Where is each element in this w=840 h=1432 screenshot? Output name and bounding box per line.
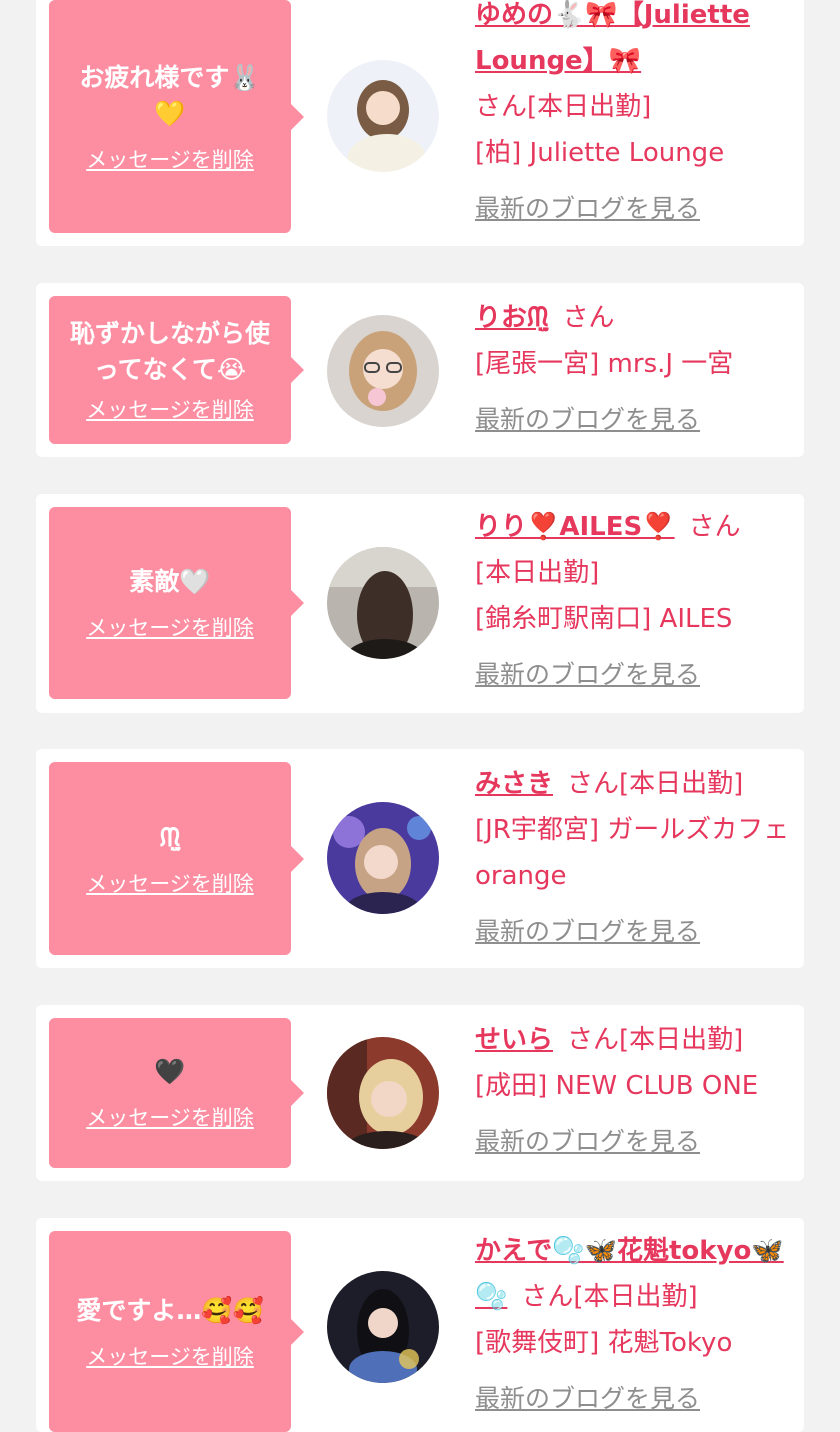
message-card: ᙏ̤̫ メッセージを削除 みさき さん[本日出勤] [JR宇都宮] ガールズカフェ…: [36, 749, 804, 968]
delete-message-link[interactable]: メッセージを削除: [86, 394, 254, 424]
girl-info: せいら さん[本日出勤] [成田] NEW CLUB ONE 最新のブログを見る: [475, 1017, 791, 1165]
avatar[interactable]: [327, 802, 439, 914]
girl-name-link[interactable]: せいら: [475, 1025, 553, 1055]
latest-blog-link[interactable]: 最新のブログを見る: [475, 1376, 791, 1422]
latest-blog-link[interactable]: 最新のブログを見る: [475, 1119, 791, 1165]
girl-info: りおᙏ̤̫ さん [尾張一宮] mrs.J 一宮 最新のブログを見る: [475, 295, 791, 443]
message-text: 🖤: [154, 1057, 186, 1086]
shop-name: [JR宇都宮] ガールズカフェ orange: [475, 815, 790, 891]
message-bubble: 恥ずかしながら使 ってなくて😭 メッセージを削除: [49, 296, 304, 444]
delete-message-link[interactable]: メッセージを削除: [86, 1341, 254, 1371]
latest-blog-link[interactable]: 最新のブログを見る: [475, 909, 791, 955]
message-card: お疲れ様です🐰 💛 メッセージを削除 ゆめの🐇🎀【Juliette Lounge…: [36, 0, 804, 246]
girl-name-link[interactable]: りり❣️AILES❣️: [475, 512, 675, 542]
working-badge: [本日出勤]: [619, 1025, 744, 1055]
message-card: 🖤 メッセージを削除 せいら さん[本日出勤] [成田] NEW CLUB ONE…: [36, 1005, 804, 1181]
shop-name: [成田] NEW CLUB ONE: [475, 1071, 759, 1101]
latest-blog-link[interactable]: 最新のブログを見る: [475, 397, 791, 443]
avatar[interactable]: [327, 1271, 439, 1383]
shop-name: [柏] Juliette Lounge: [475, 138, 725, 168]
shop-name: [歌舞伎町] 花魁Tokyo: [475, 1328, 733, 1358]
girl-info: りり❣️AILES❣️ さん [本日出勤] [錦糸町駅南口] AILES 最新のブ…: [475, 504, 791, 698]
avatar[interactable]: [327, 547, 439, 659]
avatar[interactable]: [327, 60, 439, 172]
girl-name-link[interactable]: りおᙏ̤̫: [475, 303, 549, 333]
message-card: 愛ですよ…🥰🥰 メッセージを削除 かえで🫧🦋花魁tokyo🦋🫧 さん[本日出勤] …: [36, 1218, 804, 1432]
working-badge: [本日出勤]: [527, 92, 652, 122]
delete-message-link[interactable]: メッセージを削除: [86, 868, 254, 898]
latest-blog-link[interactable]: 最新のブログを見る: [475, 186, 791, 232]
message-card: 素敵🤍 メッセージを削除 りり❣️AILES❣️ さん [本日出勤] [錦糸町駅南…: [36, 494, 804, 713]
girl-info: ゆめの🐇🎀【Juliette Lounge】🎀 さん[本日出勤] [柏] Jul…: [475, 0, 791, 232]
message-bubble: 🖤 メッセージを削除: [49, 1018, 304, 1168]
message-text: お疲れ様です🐰 💛: [79, 62, 261, 128]
girl-name-link[interactable]: みさき: [475, 769, 553, 799]
avatar[interactable]: [327, 315, 439, 427]
shop-name: [錦糸町駅南口] AILES: [475, 604, 733, 634]
message-bubble: お疲れ様です🐰 💛 メッセージを削除: [49, 0, 304, 233]
working-badge: [本日出勤]: [619, 769, 744, 799]
message-bubble: 愛ですよ…🥰🥰 メッセージを削除: [49, 1231, 304, 1432]
delete-message-link[interactable]: メッセージを削除: [86, 1102, 254, 1132]
working-badge: [本日出勤]: [475, 558, 600, 588]
honorific: さん: [567, 1025, 620, 1055]
message-text: 恥ずかしながら使 ってなくて😭: [69, 319, 270, 384]
message-text: 素敵🤍: [129, 567, 211, 596]
working-badge: [本日出勤]: [573, 1282, 698, 1312]
honorific: さん: [562, 303, 615, 333]
message-text: 愛ですよ…🥰🥰: [76, 1295, 264, 1325]
message-text: ᙏ̤̫: [159, 822, 181, 852]
delete-message-link[interactable]: メッセージを削除: [86, 144, 254, 174]
message-bubble: 素敵🤍 メッセージを削除: [49, 507, 304, 699]
avatar[interactable]: [327, 1037, 439, 1149]
message-card: 恥ずかしながら使 ってなくて😭 メッセージを削除 りおᙏ̤̫ さん [尾張一宮] …: [36, 283, 804, 457]
girl-info: かえで🫧🦋花魁tokyo🦋🫧 さん[本日出勤] [歌舞伎町] 花魁Tokyo 最新…: [475, 1228, 791, 1422]
honorific: さん: [688, 512, 741, 542]
delete-message-link[interactable]: メッセージを削除: [86, 612, 254, 642]
girl-info: みさき さん[本日出勤] [JR宇都宮] ガールズカフェ orange 最新のブロ…: [475, 761, 791, 955]
honorific: さん: [475, 92, 528, 122]
message-bubble: ᙏ̤̫ メッセージを削除: [49, 762, 304, 955]
shop-name: [尾張一宮] mrs.J 一宮: [475, 349, 734, 379]
honorific: さん: [567, 769, 620, 799]
honorific: さん: [521, 1282, 574, 1312]
girl-name-link[interactable]: ゆめの🐇🎀【Juliette Lounge】🎀: [475, 0, 750, 76]
latest-blog-link[interactable]: 最新のブログを見る: [475, 652, 791, 698]
